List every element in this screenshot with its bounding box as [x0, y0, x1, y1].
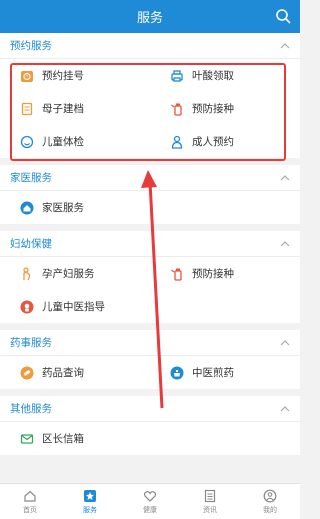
service-item-label: 孕产妇服务: [42, 268, 95, 280]
service-item-label: 中医煎药: [192, 367, 234, 379]
section-other: 其他服务 区长信箱: [0, 396, 300, 455]
tab-label: 资讯: [203, 505, 217, 514]
heart-icon: [143, 490, 157, 502]
vaccine-bottle-icon: [171, 103, 182, 116]
service-item-label: 区长信箱: [42, 433, 84, 445]
service-item-mother-child-record[interactable]: 母子建档: [0, 92, 150, 125]
home-doctor-icon: [20, 201, 34, 214]
section-appointment: 预约服务 预约挂号 叶酸领取 母子建档 预防接种 儿童体检 成人预约: [0, 33, 300, 158]
clock-card-icon: [21, 70, 33, 82]
section-title: 预约服务: [10, 40, 52, 52]
service-item-label: 预防接种: [192, 268, 234, 280]
tab-health[interactable]: 健康: [120, 484, 180, 519]
service-item-label: 母子建档: [42, 103, 84, 115]
chevron-up-icon: [280, 240, 290, 246]
tab-label: 服务: [83, 505, 97, 514]
tab-label: 我的: [263, 505, 277, 514]
page-title: 服务: [136, 11, 163, 26]
vaccine-bottle-icon: [171, 268, 182, 281]
service-item-label: 儿童体检: [42, 136, 84, 148]
service-item-label: 叶酸领取: [192, 70, 234, 82]
printer-icon: [171, 69, 183, 82]
service-item-vaccination-2[interactable]: 预防接种: [150, 257, 300, 290]
service-item-maternal-service[interactable]: 孕产妇服务: [0, 257, 150, 290]
tab-label: 首页: [23, 505, 37, 514]
section-header[interactable]: 妇幼保健: [0, 231, 300, 257]
mail-icon: [20, 433, 34, 444]
section-title: 药事服务: [10, 337, 52, 349]
chevron-up-icon: [280, 42, 290, 48]
service-item-adult-appointment[interactable]: 成人预约: [150, 125, 300, 158]
section-header[interactable]: 其他服务: [0, 396, 300, 422]
tab-news[interactable]: 资讯: [180, 484, 240, 519]
section-header[interactable]: 家医服务: [0, 165, 300, 191]
tab-service[interactable]: 服务: [60, 484, 120, 519]
tab-profile[interactable]: 我的: [240, 484, 300, 519]
section-family-doctor: 家医服务 家医服务: [0, 165, 300, 224]
child-face-icon: [20, 135, 34, 148]
pill-icon: [20, 366, 34, 379]
service-item-label: 药品查询: [42, 367, 84, 379]
service-item-appointment[interactable]: 预约挂号: [0, 59, 150, 92]
chevron-up-icon: [280, 339, 290, 345]
tab-label: 健康: [143, 505, 157, 514]
section-title: 妇幼保健: [10, 238, 52, 250]
service-item-district-mailbox[interactable]: 区长信箱: [0, 422, 150, 455]
chevron-up-icon: [280, 405, 290, 411]
star-icon: [84, 489, 96, 502]
news-icon: [204, 489, 216, 502]
home-icon: [24, 490, 36, 502]
service-item-family-doctor[interactable]: 家医服务: [0, 191, 150, 224]
herbal-pot-icon: [170, 366, 184, 379]
service-item-label: 成人预约: [192, 136, 234, 148]
section-title: 家医服务: [10, 172, 52, 184]
service-item-child-tcm[interactable]: 儿童中医指导: [0, 290, 150, 323]
service-item-label: 家医服务: [42, 202, 84, 214]
section-title: 其他服务: [10, 403, 52, 415]
service-item-drug-query[interactable]: 药品查询: [0, 356, 150, 389]
service-item-vaccination[interactable]: 预防接种: [150, 92, 300, 125]
service-item-herbal-decoction[interactable]: 中医煎药: [150, 356, 300, 389]
tab-home[interactable]: 首页: [0, 484, 60, 519]
section-maternal-child: 妇幼保健 孕产妇服务 预防接种 儿童中医指导: [0, 231, 300, 323]
adult-person-icon: [171, 135, 183, 149]
search-icon[interactable]: [275, 8, 291, 24]
child-tcm-icon: [20, 300, 34, 313]
profile-icon: [263, 489, 277, 502]
document-icon: [21, 102, 33, 115]
section-header[interactable]: 预约服务: [0, 33, 300, 59]
bottom-tab-bar: 首页 服务 健康 资讯 我的: [0, 483, 300, 519]
service-item-child-checkup[interactable]: 儿童体检: [0, 125, 150, 158]
section-pharmacy: 药事服务 药品查询 中医煎药: [0, 330, 300, 389]
app-header: 服务: [0, 0, 300, 33]
service-item-label: 预防接种: [192, 103, 234, 115]
service-item-folic-acid[interactable]: 叶酸领取: [150, 59, 300, 92]
service-item-label: 预约挂号: [42, 70, 84, 82]
pregnant-woman-icon: [23, 266, 31, 280]
section-header[interactable]: 药事服务: [0, 330, 300, 356]
service-item-label: 儿童中医指导: [42, 301, 105, 313]
chevron-up-icon: [280, 174, 290, 180]
